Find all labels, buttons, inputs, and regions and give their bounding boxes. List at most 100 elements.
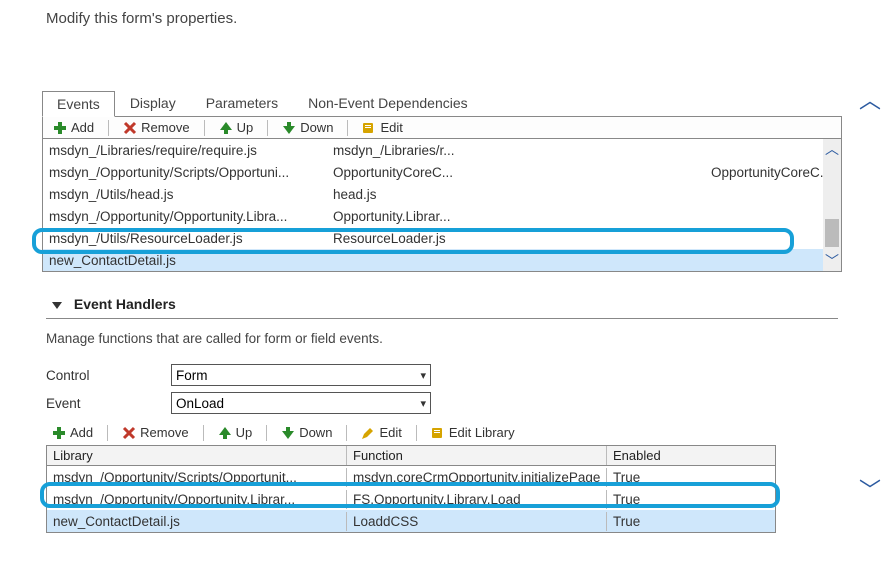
x-icon [123,121,137,135]
pencil-icon [361,426,375,440]
add-handler-button[interactable]: Add [46,424,99,441]
event-handlers-description: Manage functions that are called for for… [46,331,838,346]
event-handlers-heading-text: Event Handlers [74,296,176,312]
scroll-down-icon[interactable]: ﹀ [859,480,881,502]
control-row: Control Form ▾ [46,364,838,386]
scroll-up-icon[interactable]: ︿ [859,90,881,112]
library-name: msdyn_/Utils/head.js [43,187,333,202]
separator [266,425,267,441]
handler-library: msdyn_/Opportunity/Opportunity.Librar... [47,490,347,509]
handler-row[interactable]: msdyn_/Opportunity/Opportunity.Librar...… [47,488,775,510]
library-name: msdyn_/Opportunity/Scripts/Opportuni... [43,165,333,180]
separator [346,425,347,441]
library-name: msdyn_/Utils/ResourceLoader.js [43,231,333,246]
plus-icon [53,121,67,135]
separator [267,120,268,136]
library-display: msdyn_/Libraries/r... [333,143,613,158]
handler-function: FS.Opportunity.Library.Load [347,490,607,509]
remove-library-label: Remove [141,120,189,135]
library-name: msdyn_/Opportunity/Opportunity.Libra... [43,209,333,224]
arrow-up-icon [218,426,232,440]
event-select[interactable]: OnLoad ▾ [171,392,431,414]
panel-scrollbar[interactable]: ︿ ﹀ [856,90,884,502]
remove-handler-button[interactable]: Remove [116,424,194,441]
handler-enabled: True [607,512,775,531]
chevron-down-icon: ▾ [420,369,426,382]
move-handler-down-button[interactable]: Down [275,424,338,441]
event-handlers-section: Event Handlers Manage functions that are… [42,296,842,533]
control-select-value: Form [176,368,208,383]
scroll-down-icon[interactable]: ﹀ [825,251,839,271]
remove-library-button[interactable]: Remove [117,119,195,136]
add-library-button[interactable]: Add [47,119,100,136]
separator [107,425,108,441]
separator [347,120,348,136]
tab-display[interactable]: Display [115,90,191,116]
tab-non-event-dependencies[interactable]: Non-Event Dependencies [293,90,483,116]
separator [203,425,204,441]
arrow-down-icon [282,121,296,135]
event-select-value: OnLoad [176,396,224,411]
handler-function: msdyn.coreCrmOpportunity.initializePage [347,468,607,487]
library-desc: OpportunityCoreC... [613,165,841,180]
event-label: Event [46,396,171,411]
edit-handler-library-label: Edit Library [449,425,515,440]
page-title: Modify this form's properties. [46,10,237,27]
library-row[interactable]: msdyn_/Opportunity/Opportunity.Libra... … [43,205,841,227]
move-handler-up-button[interactable]: Up [212,424,259,441]
move-library-up-button[interactable]: Up [213,119,260,136]
control-label: Control [46,368,171,383]
handler-toolbar: Add Remove Up Down Edit [46,424,838,441]
library-grid: msdyn_/Libraries/require/require.js msdy… [42,139,842,272]
down-label: Down [299,425,332,440]
add-library-label: Add [71,120,94,135]
move-library-down-button[interactable]: Down [276,119,339,136]
edit-icon [362,121,376,135]
handler-row[interactable]: msdyn_/Opportunity/Scripts/Opportunit...… [47,466,775,488]
scroll-thumb[interactable] [825,219,839,247]
library-display: Opportunity.Librar... [333,209,613,224]
down-label: Down [300,120,333,135]
handler-grid: Library Function Enabled msdyn_/Opportun… [46,445,776,533]
plus-icon [52,426,66,440]
edit-library-icon [431,426,445,440]
library-row[interactable]: msdyn_/Utils/ResourceLoader.js ResourceL… [43,227,841,249]
library-display: OpportunityCoreC... [333,165,613,180]
library-row[interactable]: msdyn_/Utils/head.js head.js [43,183,841,205]
tab-events[interactable]: Events [42,91,115,117]
library-toolbar: Add Remove Up Down Edit [42,117,842,139]
library-row[interactable]: new_ContactDetail.js [43,249,841,271]
tab-parameters[interactable]: Parameters [191,90,293,116]
add-handler-label: Add [70,425,93,440]
tab-bar: Events Display Parameters Non-Event Depe… [42,90,842,117]
handler-library: msdyn_/Opportunity/Scripts/Opportunit... [47,468,347,487]
up-label: Up [236,425,253,440]
library-row[interactable]: msdyn_/Opportunity/Scripts/Opportuni... … [43,161,841,183]
scroll-up-icon[interactable]: ︿ [825,139,839,159]
x-icon [122,426,136,440]
chevron-down-icon: ▾ [420,397,426,410]
library-grid-scrollbar[interactable]: ︿ ﹀ [823,139,841,271]
handler-enabled: True [607,490,775,509]
event-handlers-heading[interactable]: Event Handlers [46,296,838,312]
arrow-up-icon [219,121,233,135]
library-row[interactable]: msdyn_/Libraries/require/require.js msdy… [43,139,841,161]
handler-grid-header: Library Function Enabled [47,446,775,466]
up-label: Up [237,120,254,135]
handler-row[interactable]: new_ContactDetail.js LoaddCSS True [47,510,775,532]
column-enabled[interactable]: Enabled [607,446,775,465]
edit-label: Edit [380,120,402,135]
column-function[interactable]: Function [347,446,607,465]
handler-library: new_ContactDetail.js [47,512,347,531]
remove-handler-label: Remove [140,425,188,440]
library-display: head.js [333,187,613,202]
control-select[interactable]: Form ▾ [171,364,431,386]
edit-handler-button[interactable]: Edit [355,424,407,441]
edit-handler-library-button[interactable]: Edit Library [425,424,521,441]
library-name: new_ContactDetail.js [43,253,333,268]
edit-library-button[interactable]: Edit [356,119,408,136]
separator [108,120,109,136]
separator [416,425,417,441]
library-name: msdyn_/Libraries/require/require.js [43,143,333,158]
column-library[interactable]: Library [47,446,347,465]
